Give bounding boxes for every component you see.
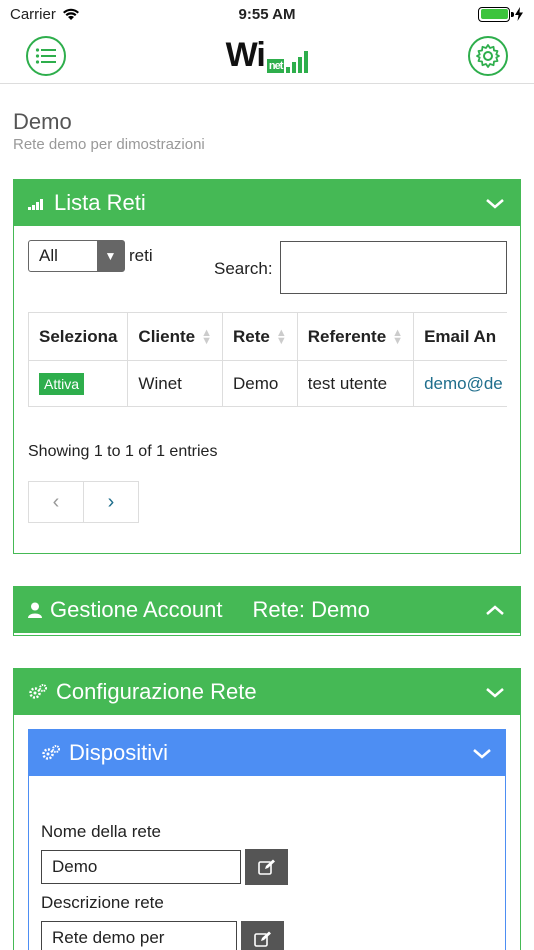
search-label: Search: [214,259,273,278]
descrizione-rete-label: Descrizione rete [41,893,164,912]
status-time: 9:55 AM [238,5,296,23]
entries-info: Showing 1 to 1 of 1 entries [28,443,218,460]
sort-icon: ▲ ▼ [275,327,287,348]
cell-referente: test utente [296,360,415,407]
sort-icon: ▲ ▼ [201,327,212,348]
gestione-account-panel: Gestione Account Rete: Demo [13,586,521,636]
status-badge[interactable]: Attiva [39,372,85,395]
chevron-down-icon[interactable] [484,192,506,214]
pagination: ‹ › [28,481,139,523]
winet-logo: Wi net [226,36,309,75]
chevron-down-icon[interactable] [484,681,506,703]
menu-button[interactable] [26,35,66,76]
column-header-email[interactable]: Email An [413,312,507,361]
page-subtitle: Rete demo per dimostrazioni [13,136,205,153]
cogs-icon [29,684,47,699]
dispositivi-panel: Dispositivi Nome della rete Demo Descriz… [28,729,506,950]
status-bar: Carrier 9:55 AM [0,0,534,28]
dispositivi-header[interactable]: Dispositivi [29,730,505,776]
previous-page-button[interactable]: ‹ [29,482,84,522]
configurazione-rete-header[interactable]: Configurazione Rete [14,669,520,715]
cell-email: demo@de [413,360,507,407]
signal-icon [28,199,43,210]
column-header-referente[interactable]: Referente ▲ ▼ [296,312,415,361]
entries-select-value: All [39,246,58,265]
reti-table-container[interactable]: Seleziona Cliente ▲ ▼ Rete ▲ ▼ Referente ▲ ▼ E… [28,312,507,408]
entries-select[interactable]: All ▼ [28,240,125,272]
reti-table: Seleziona Cliente ▲ ▼ Rete ▲ ▼ Referente ▲ ▼ E… [28,312,507,407]
battery-icon [478,6,514,22]
user-icon [28,602,42,618]
lista-reti-header[interactable]: Lista Reti [14,180,520,226]
email-link[interactable]: demo@de [424,374,503,393]
wifi-icon [62,8,79,20]
edit-nome-button[interactable] [245,849,288,885]
descrizione-rete-field[interactable]: Rete demo per [41,921,237,950]
edit-descrizione-button[interactable] [241,921,284,950]
search-input[interactable] [280,241,507,294]
chevron-down-icon[interactable] [471,742,493,764]
entries-suffix: reti [129,246,153,265]
configurazione-rete-panel: Configurazione Rete Dispositivi Nome del… [13,668,521,950]
gear-icon [476,43,500,68]
list-icon [35,47,56,64]
page-title: Demo [13,109,72,134]
chevron-up-icon[interactable] [484,599,506,621]
configurazione-rete-title: Configurazione Rete [56,679,257,704]
nome-rete-field[interactable]: Demo [41,850,241,884]
carrier-label: Carrier [10,5,56,23]
charging-icon [515,7,523,21]
dropdown-arrow-icon: ▼ [97,241,124,271]
lista-reti-panel: Lista Reti All ▼ reti Search: Seleziona … [13,179,521,554]
main-content: Demo Rete demo per dimostrazioni Lista R… [0,84,534,950]
edit-icon [253,931,271,947]
table-row[interactable]: Attiva Winet Demo test utente demo@de [28,360,507,407]
cell-status: Attiva [28,360,129,407]
lista-reti-title: Lista Reti [54,190,146,215]
next-page-button[interactable]: › [84,482,138,522]
nav-bar: Wi net [0,28,534,84]
gestione-account-header[interactable]: Gestione Account Rete: Demo [14,587,520,633]
settings-button[interactable] [468,35,508,76]
edit-icon [257,859,275,875]
cell-cliente: Winet [127,360,223,407]
nome-rete-label: Nome della rete [41,822,162,841]
dispositivi-title: Dispositivi [69,740,169,765]
gestione-account-title: Gestione Account [50,597,223,622]
gestione-account-rete: Rete: Demo [252,597,370,622]
column-header-seleziona[interactable]: Seleziona [28,312,129,361]
column-header-cliente[interactable]: Cliente ▲ ▼ [127,312,223,361]
table-header-row: Seleziona Cliente ▲ ▼ Rete ▲ ▼ Referente ▲ ▼ E… [28,312,507,361]
cell-rete: Demo [222,360,298,407]
column-header-rete[interactable]: Rete ▲ ▼ [222,312,298,361]
sort-icon: ▲ ▼ [392,327,404,348]
cogs-icon [42,745,60,760]
